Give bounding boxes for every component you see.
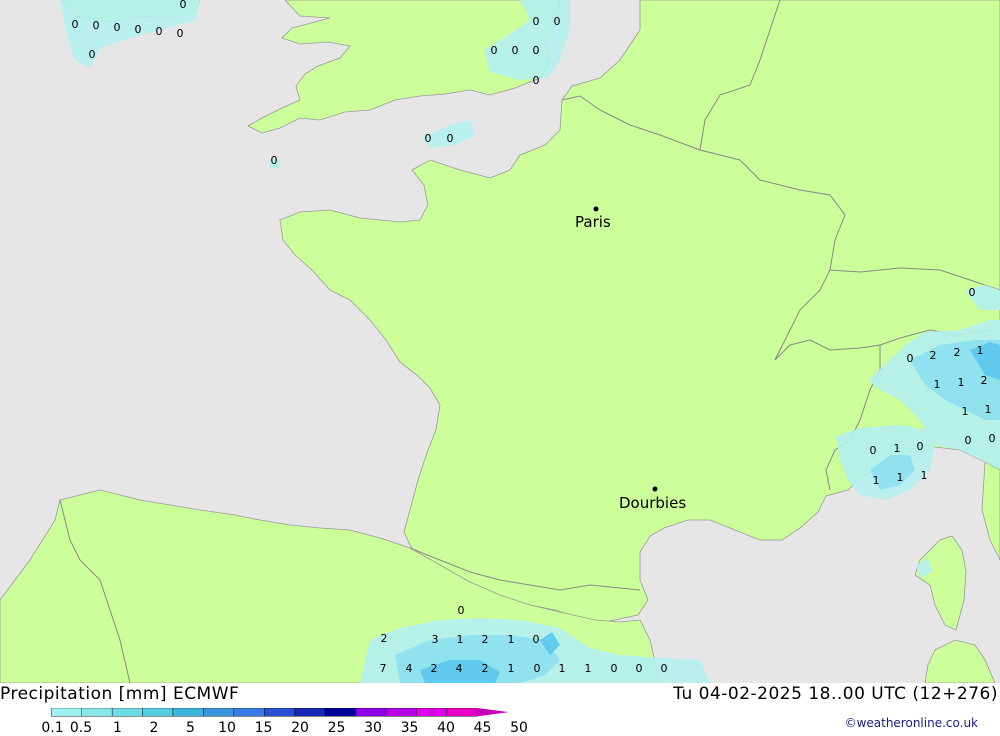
precip-value-label: 0 <box>969 286 976 299</box>
precip-value-label: 1 <box>921 469 928 482</box>
precip-value-label: 0 <box>870 444 877 457</box>
legend-level-label: 35 <box>400 720 419 736</box>
legend-swatch <box>233 708 265 717</box>
precip-value-label: 1 <box>508 633 515 646</box>
precip-value-label: 0 <box>989 432 996 445</box>
precip-value-label: 4 <box>406 662 413 675</box>
precip-value-label: 2 <box>381 632 388 645</box>
color-scale <box>51 708 509 717</box>
precip-value-label: 1 <box>873 474 880 487</box>
legend-swatch <box>385 708 417 717</box>
legend-level-label: 0.1 <box>41 720 64 736</box>
precip-value-label: 1 <box>457 633 464 646</box>
precip-value-label: 0 <box>533 74 540 87</box>
precip-value-label: 0 <box>271 154 278 167</box>
legend-swatch <box>324 708 356 717</box>
color-scale-labels: 0.1 0.5 1 2 5 10 15 20 25 30 35 40 45 50 <box>0 720 528 736</box>
precip-value-label: 1 <box>894 442 901 455</box>
legend-level-label: 0.5 <box>69 720 93 736</box>
precip-value-label: 2 <box>431 662 438 675</box>
precip-value-label: 0 <box>135 23 142 36</box>
precip-value-label: 0 <box>177 27 184 40</box>
legend-level-label: 40 <box>437 720 455 736</box>
legend-level-label: 20 <box>291 720 309 736</box>
precip-value-label: 0 <box>72 18 79 31</box>
legend-level-label: 30 <box>364 720 382 736</box>
legend-level-label: 25 <box>327 720 346 736</box>
precip-value-label: 1 <box>508 662 515 675</box>
precip-value-label: 0 <box>661 662 668 675</box>
legend-swatch <box>355 708 387 717</box>
precip-value-label: 0 <box>512 44 519 57</box>
legend-swatch <box>264 708 295 717</box>
weather-map: Paris Dourbies 0 0 0 0 0 0 0 0 0 0 0 0 0 0 0 0 0 0 0 2 2 1 1 1 2… <box>0 0 1000 683</box>
precip-value-label: 0 <box>458 604 465 617</box>
legend-level-label: 45 <box>473 720 492 736</box>
precip-value-label: 1 <box>977 344 984 357</box>
legend-level-label: 50 <box>510 720 528 736</box>
precip-value-label: 0 <box>611 662 618 675</box>
precip-value-label: 1 <box>958 376 965 389</box>
precip-value-label: 0 <box>156 25 163 38</box>
legend-swatch-arrow <box>477 708 509 717</box>
precip-value-label: 0 <box>917 440 924 453</box>
precip-value-label: 0 <box>93 19 100 32</box>
paris-label: Paris <box>575 213 611 231</box>
precip-value-label: 0 <box>425 132 432 145</box>
precip-value-label: 0 <box>636 662 643 675</box>
precip-value-label: 0 <box>114 21 121 34</box>
precip-value-label: 7 <box>380 662 387 675</box>
precip-value-label: 1 <box>934 378 941 391</box>
precip-value-label: 2 <box>981 374 988 387</box>
dourbies-marker <box>652 486 658 492</box>
credit-link[interactable]: ©weatheronline.co.uk <box>845 716 978 730</box>
legend-swatch <box>172 708 204 717</box>
precip-value-label: 0 <box>554 15 561 28</box>
legend-swatch <box>446 708 478 717</box>
legend-swatch <box>51 708 82 717</box>
legend-swatch <box>294 708 326 717</box>
precip-value-label: 2 <box>482 633 489 646</box>
legend-swatch <box>142 708 174 717</box>
precip-value-label: 0 <box>965 434 972 447</box>
precip-value-label: 0 <box>907 352 914 365</box>
precip-value-label: 0 <box>89 48 96 61</box>
legend-level-label: 2 <box>149 720 159 736</box>
precip-value-label: 0 <box>533 44 540 57</box>
legend-bar: Precipitation [mm] ECMWF Tu 04-02-2025 1… <box>0 683 1000 736</box>
precip-value-label: 3 <box>432 633 439 646</box>
legend-level-label: 1 <box>113 720 122 736</box>
legend-swatch <box>81 708 113 717</box>
run-time-label: Tu 04-02-2025 18..00 UTC (12+276) <box>673 684 998 704</box>
legend-level-label: 15 <box>254 720 273 736</box>
precip-value-label: 2 <box>930 349 937 362</box>
legend-swatch <box>111 708 143 717</box>
precip-value-label: 0 <box>180 0 187 11</box>
precip-value-label: 1 <box>985 403 992 416</box>
legend-title: Precipitation [mm] ECMWF <box>0 684 240 704</box>
paris-marker <box>593 206 599 212</box>
precip-value-label: 0 <box>447 132 454 145</box>
precip-value-label: 1 <box>962 405 969 418</box>
precip-value-label: 2 <box>954 346 961 359</box>
precip-value-label: 1 <box>585 662 592 675</box>
legend-level-label: 10 <box>218 720 236 736</box>
precip-value-label: 0 <box>491 44 498 57</box>
dourbies-label: Dourbies <box>619 494 686 512</box>
precip-value-label: 1 <box>897 471 904 484</box>
precip-value-label: 0 <box>534 662 541 675</box>
precip-value-label: 0 <box>533 633 540 646</box>
legend-swatch <box>203 708 235 717</box>
legend-level-label: 5 <box>186 720 195 736</box>
precip-value-label: 4 <box>456 662 463 675</box>
precip-value-label: 1 <box>559 662 566 675</box>
legend-swatch <box>416 708 447 717</box>
precip-value-label: 2 <box>482 662 489 675</box>
precip-value-label: 0 <box>533 15 540 28</box>
